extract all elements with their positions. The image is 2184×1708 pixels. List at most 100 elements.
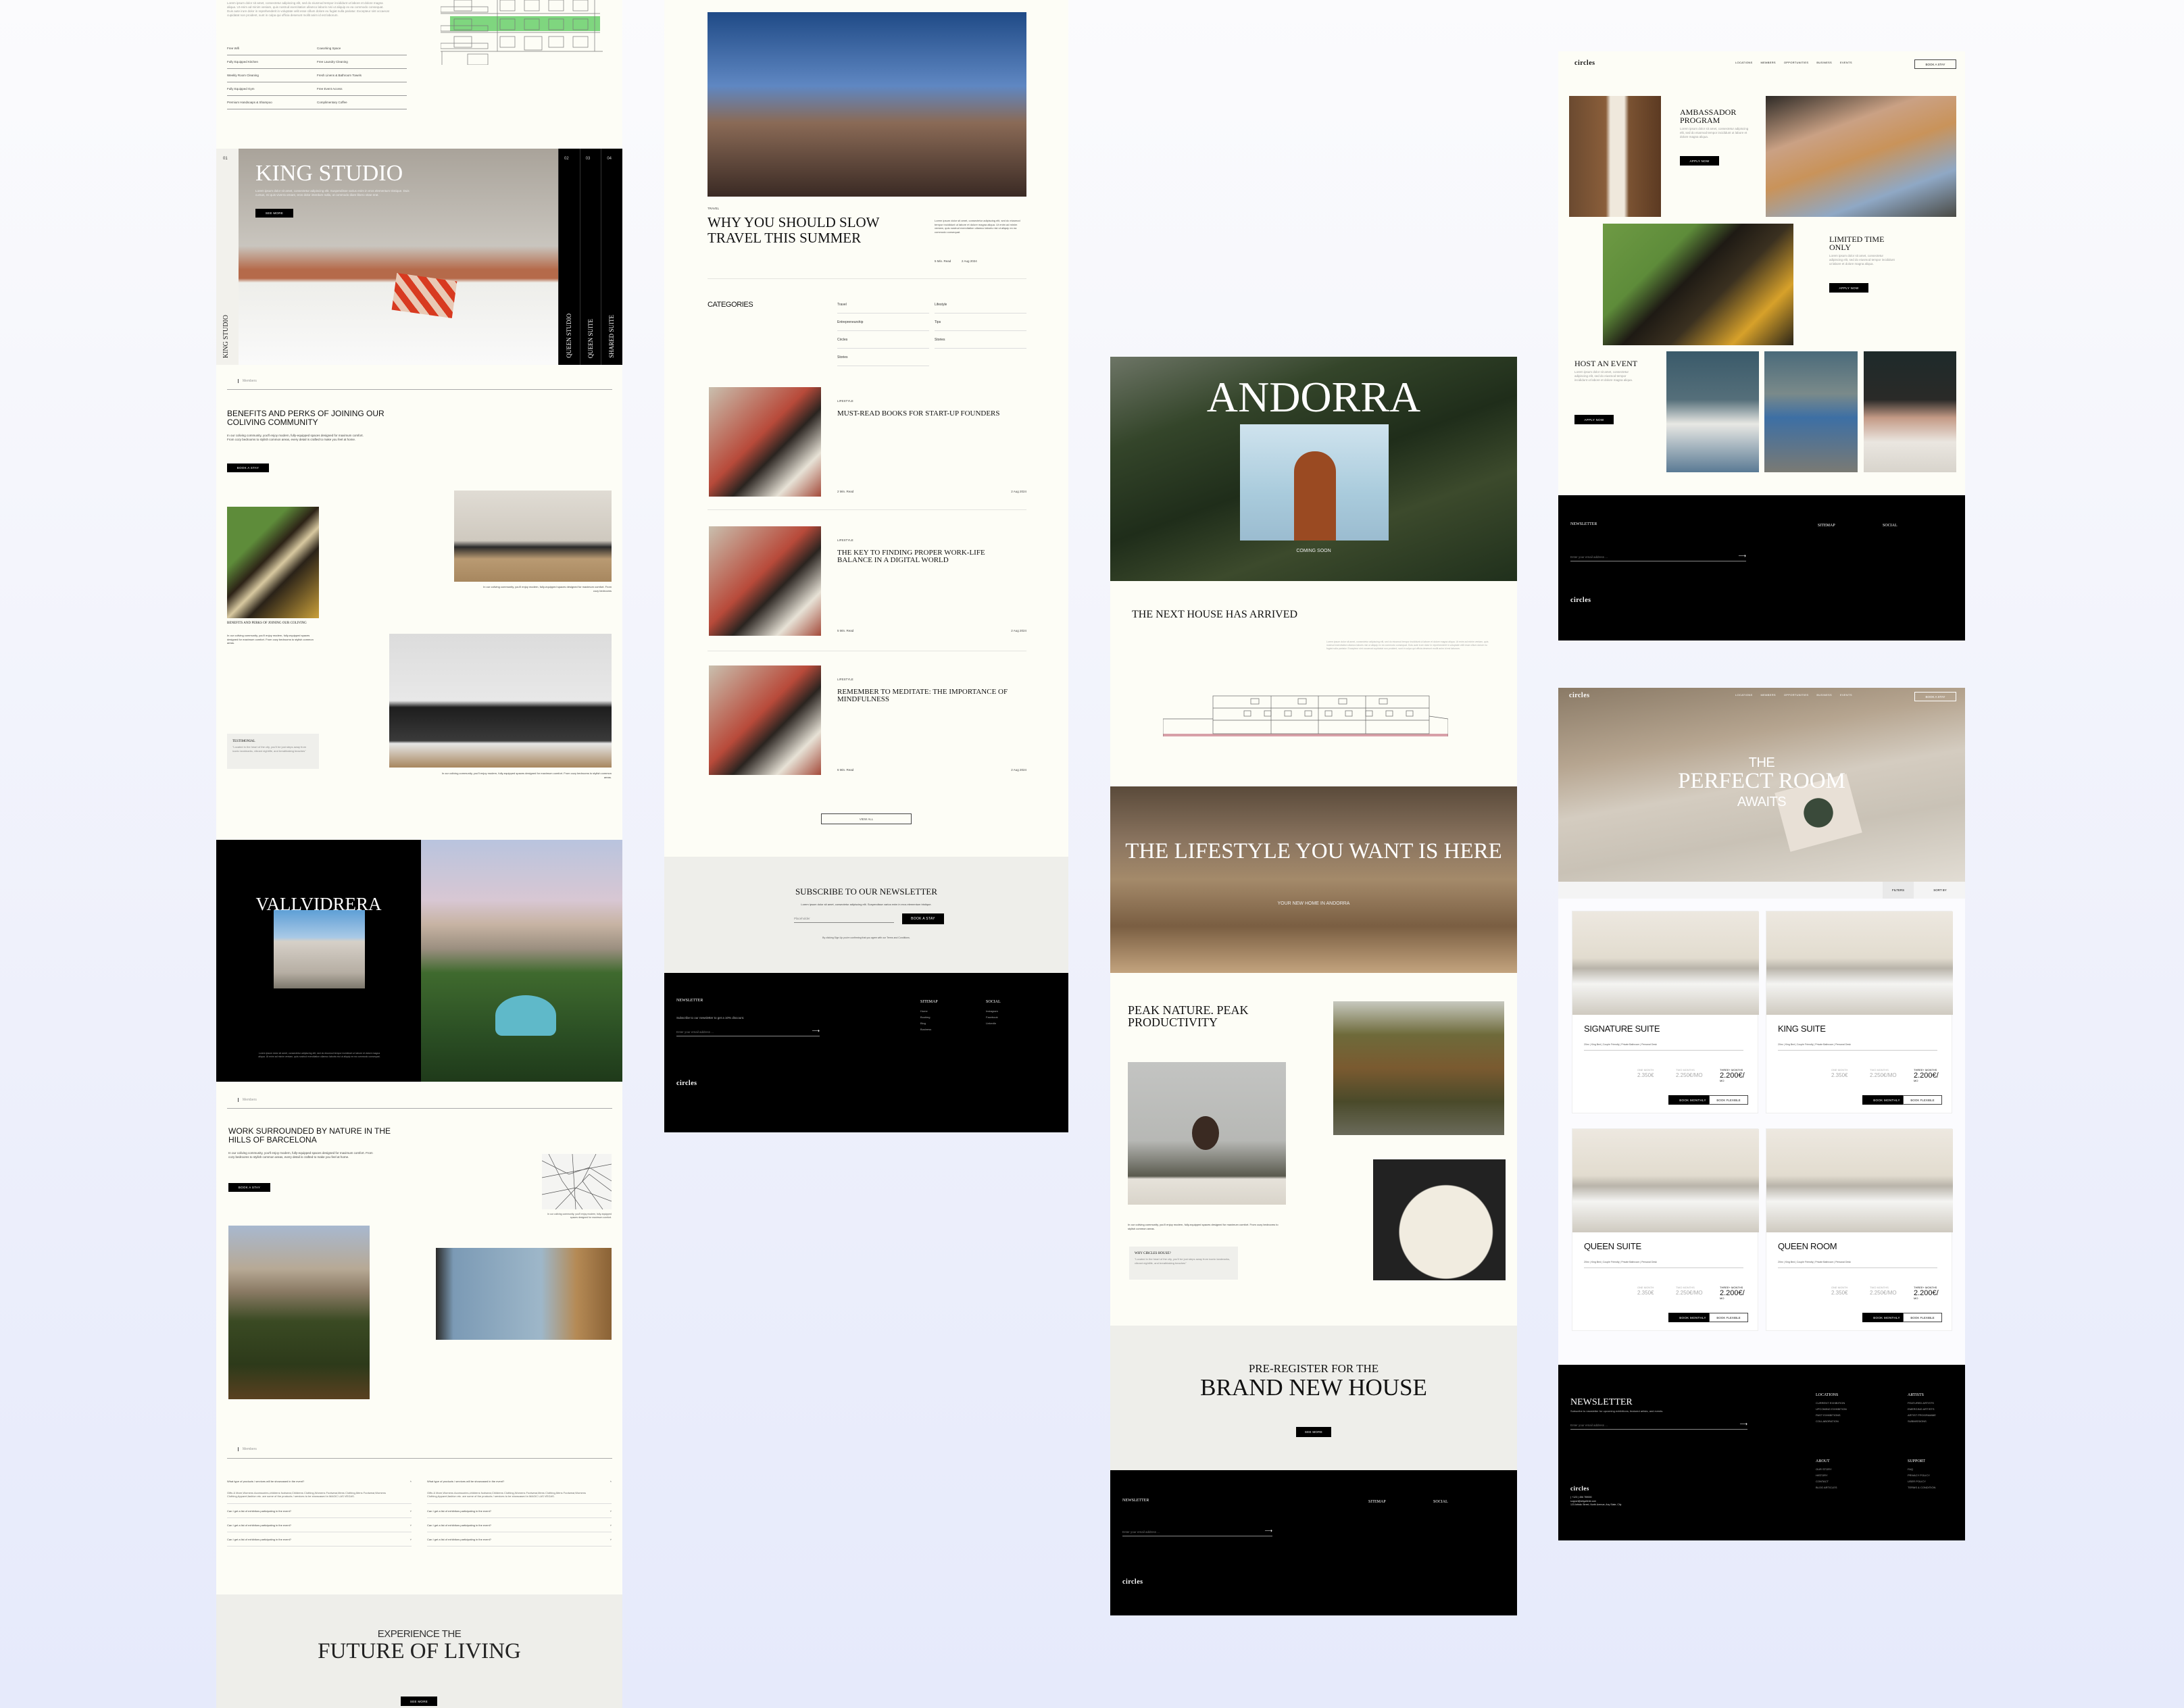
why-quote: "Located in the heart of the city, you'l… bbox=[1135, 1257, 1231, 1265]
book-flexible-button[interactable]: BOOK FLEXIBLE bbox=[1903, 1313, 1942, 1322]
price-one-month: ONE MONTH 2.350€ bbox=[1831, 1068, 1852, 1079]
faq-question[interactable]: Can I get a list of exhibitors participa… bbox=[227, 1532, 412, 1547]
circles-logo[interactable]: circles bbox=[1569, 692, 1590, 699]
slider-tab[interactable]: 02 QUEEN STUDIO bbox=[558, 149, 580, 365]
circles-logo[interactable]: circles bbox=[1570, 1485, 1589, 1492]
faq-question[interactable]: Can I get a list of exhibitors participa… bbox=[427, 1532, 612, 1547]
footer-link[interactable]: PRIVACY POLICY bbox=[1908, 1472, 1935, 1478]
book-a-stay-button[interactable]: BOOK A STAY bbox=[1914, 59, 1956, 69]
footer-email-input[interactable]: Enter your email address ... ⟶ bbox=[1570, 552, 1746, 561]
footer-link[interactable]: LinkedIn bbox=[986, 1020, 1001, 1026]
nav-link[interactable]: BUSINESS bbox=[1816, 693, 1832, 697]
footer-link[interactable]: Home bbox=[920, 1008, 938, 1014]
footer-link[interactable]: Business bbox=[920, 1026, 938, 1032]
faq-question[interactable]: Can I get a list of exhibitors participa… bbox=[227, 1504, 412, 1518]
footer-link[interactable]: OUR STORY bbox=[1816, 1466, 1837, 1472]
intro-text: Lorem ipsum dolor sit amet, consectetur … bbox=[227, 1, 389, 17]
faq-question[interactable]: Can I get a list of exhibitors participa… bbox=[427, 1518, 612, 1532]
circles-logo[interactable]: circles bbox=[676, 1080, 697, 1087]
article-card[interactable]: LIFESTYLE REMEMBER TO MEDITATE: THE IMPO… bbox=[708, 665, 1026, 775]
footer-link[interactable]: FAQ bbox=[1908, 1466, 1935, 1472]
article-card[interactable]: LIFESTYLE THE KEY TO FINDING PROPER WORK… bbox=[708, 526, 1026, 636]
apply-now-button[interactable]: APPLY NOW bbox=[1574, 415, 1614, 424]
nav-link[interactable]: LOCATIONS bbox=[1735, 61, 1753, 64]
man-figure bbox=[1294, 451, 1336, 541]
slider-tab[interactable]: 04 SHARED SUITE bbox=[601, 149, 622, 365]
nav-link[interactable]: OPPORTUNITIES bbox=[1784, 61, 1809, 64]
subscribe-input[interactable]: Placeholder bbox=[794, 913, 894, 923]
price-value: 2.350€ bbox=[1831, 1290, 1848, 1296]
nav-link[interactable]: EVENTS bbox=[1840, 693, 1852, 697]
book-flexible-button[interactable]: BOOK FLEXIBLE bbox=[1709, 1313, 1748, 1322]
article-card[interactable]: LIFESTYLE MUST-READ BOOKS FOR START-UP F… bbox=[708, 387, 1026, 497]
category-link[interactable]: Travel bbox=[837, 296, 929, 313]
footer-link[interactable]: EMERGING ARTISTS bbox=[1908, 1406, 1936, 1412]
footer-link[interactable]: UPCOMING EXHIBITION bbox=[1816, 1406, 1847, 1412]
see-more-button[interactable]: SEE MORE bbox=[401, 1697, 437, 1706]
map-caption: In our coliving community, you'll enjoy … bbox=[547, 1213, 612, 1219]
see-more-button[interactable]: SEE MORE bbox=[255, 209, 293, 218]
faq-question[interactable]: Can I get a list of exhibitors participa… bbox=[427, 1504, 612, 1518]
footer-link[interactable]: Blog bbox=[920, 1020, 938, 1026]
category-link[interactable]: Tips bbox=[935, 313, 1026, 331]
faq-question-open[interactable]: What type of products / services will be… bbox=[227, 1474, 412, 1488]
slider-active-strip[interactable]: 01 KING STUDIO bbox=[216, 149, 239, 365]
category-link[interactable]: Entrepreneurship bbox=[837, 313, 929, 331]
book-flexible-button[interactable]: BOOK FLEXIBLE bbox=[1903, 1095, 1942, 1105]
nav-link[interactable]: OPPORTUNITIES bbox=[1784, 693, 1809, 697]
footer-link[interactable]: CURRENT EXHIBITION bbox=[1816, 1400, 1847, 1406]
social-title: SOCIAL bbox=[1883, 524, 1897, 528]
see-more-button[interactable]: SEE MORE bbox=[1296, 1427, 1331, 1437]
nav-link[interactable]: EVENTS bbox=[1840, 61, 1852, 64]
price-value: 2.200€/ bbox=[1914, 1289, 1939, 1297]
nav-link[interactable]: BUSINESS bbox=[1816, 61, 1832, 64]
footer-link[interactable]: Facebook bbox=[986, 1014, 1001, 1020]
category-link[interactable]: Stories bbox=[935, 331, 1026, 349]
footer-link[interactable]: USER POLICY bbox=[1908, 1478, 1935, 1484]
circles-logo[interactable]: circles bbox=[1122, 1578, 1143, 1586]
footer-link[interactable]: BLOG ARTICLES bbox=[1816, 1484, 1837, 1490]
footer-email-input[interactable]: Enter your email address ... ⟶ bbox=[1570, 1420, 1747, 1430]
category-link[interactable]: Stories bbox=[837, 349, 929, 366]
book-a-stay-button[interactable]: BOOK A STAY bbox=[1914, 692, 1956, 701]
footer-email-input[interactable]: Enter your email address ... ⟶ bbox=[676, 1027, 820, 1036]
footer-link[interactable]: PAST EXHIBITIONS bbox=[1816, 1412, 1847, 1418]
book-a-stay-button[interactable]: BOOK A STAY bbox=[902, 913, 944, 924]
arrow-right-icon[interactable]: ⟶ bbox=[1740, 1421, 1747, 1427]
arrow-right-icon[interactable]: ⟶ bbox=[1265, 1528, 1272, 1534]
category-link[interactable]: Circles bbox=[837, 331, 929, 349]
footer-link[interactable]: FEATURED ARTISTS bbox=[1908, 1400, 1936, 1406]
nav-link[interactable]: MEMBERS bbox=[1761, 61, 1776, 64]
footer-link[interactable]: Instagram bbox=[986, 1008, 1001, 1014]
apply-now-button[interactable]: APPLY NOW bbox=[1680, 156, 1719, 166]
circles-logo[interactable]: circles bbox=[1574, 59, 1595, 67]
book-a-stay-button[interactable]: BOOK A STAY bbox=[228, 1183, 270, 1192]
footer-email-input[interactable]: Enter your email address ... ⟶ bbox=[1122, 1527, 1272, 1536]
sort-by-button[interactable]: SORT BY bbox=[1923, 882, 1957, 899]
nav-link[interactable]: MEMBERS bbox=[1761, 693, 1776, 697]
room-card[interactable]: QUEEN ROOM 20m² | King Bed | Couple Frie… bbox=[1766, 1128, 1953, 1331]
slider-tab[interactable]: 03 QUEEN SUITE bbox=[579, 149, 601, 365]
nav-link[interactable]: LOCATIONS bbox=[1735, 693, 1753, 697]
footer-link[interactable]: TERMS & CONDITION bbox=[1908, 1484, 1935, 1490]
arrow-right-icon[interactable]: ⟶ bbox=[812, 1028, 820, 1034]
faq-question-open[interactable]: What type of products / services will be… bbox=[427, 1474, 612, 1488]
arrow-right-icon[interactable]: ⟶ bbox=[1739, 553, 1746, 559]
view-all-button[interactable]: VIEW ALL bbox=[821, 813, 912, 824]
footer-link[interactable]: HISTORY bbox=[1816, 1472, 1837, 1478]
category-link[interactable]: Lifestyle bbox=[935, 296, 1026, 313]
apply-now-button[interactable]: APPLY NOW bbox=[1829, 283, 1868, 293]
book-flexible-button[interactable]: BOOK FLEXIBLE bbox=[1709, 1095, 1748, 1105]
room-card[interactable]: SIGNATURE SUITE 20m² | King Bed | Couple… bbox=[1572, 911, 1759, 1113]
circles-logo[interactable]: circles bbox=[1570, 597, 1591, 604]
footer-link[interactable]: SUBMISSIONS bbox=[1908, 1418, 1936, 1424]
filters-button[interactable]: FILTERS bbox=[1883, 882, 1914, 899]
footer-link[interactable]: CONTACT bbox=[1816, 1478, 1837, 1484]
room-card[interactable]: KING SUITE 20m² | King Bed | Couple Frie… bbox=[1766, 911, 1953, 1113]
room-card[interactable]: QUEEN SUITE 20m² | King Bed | Couple Fri… bbox=[1572, 1128, 1759, 1331]
faq-question[interactable]: Can I get a list of exhibitors participa… bbox=[227, 1518, 412, 1532]
footer-link[interactable]: ARTIST PROGRAMME bbox=[1908, 1412, 1936, 1418]
footer-link[interactable]: COLLABORATION bbox=[1816, 1418, 1847, 1424]
book-a-stay-button[interactable]: BOOK A STAY bbox=[227, 463, 269, 472]
footer-link[interactable]: Booking bbox=[920, 1014, 938, 1020]
